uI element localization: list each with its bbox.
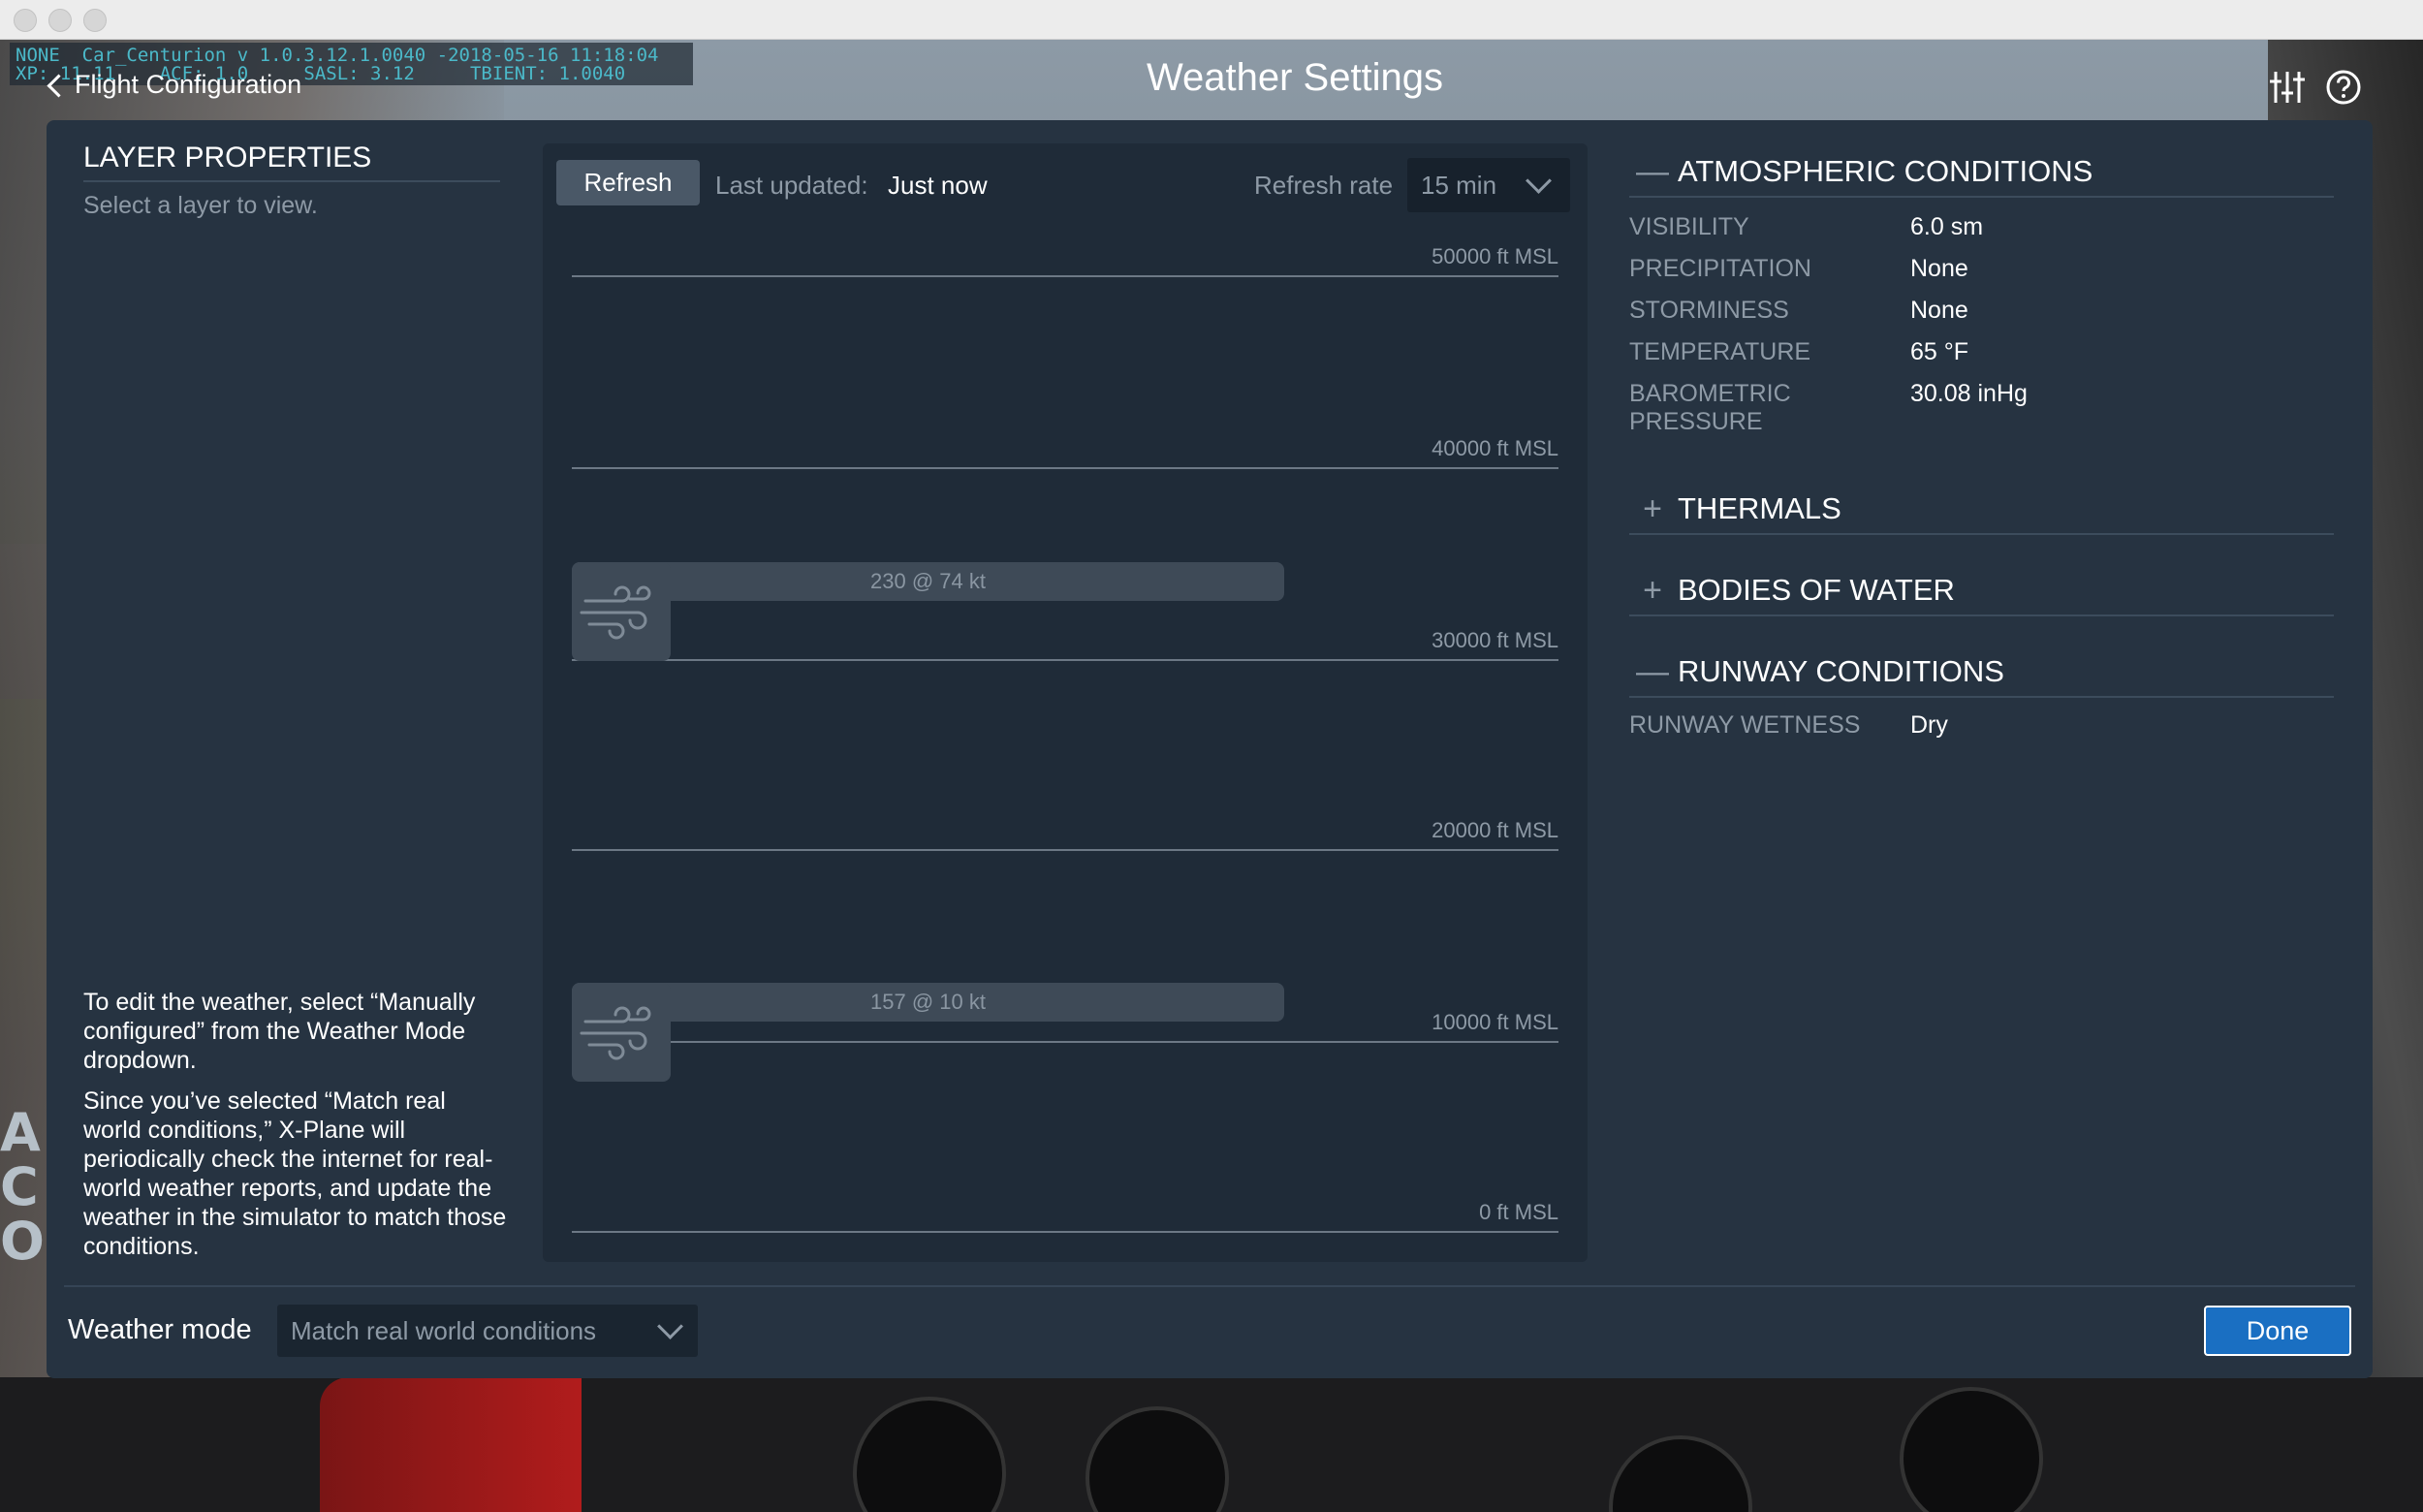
temperature-row: TEMPERATURE 65 °F (1629, 338, 2334, 366)
gauge (1900, 1387, 2043, 1512)
weather-layers-chart: Refresh Last updated: Just now Refresh r… (543, 143, 1588, 1262)
red-panel-part (320, 1377, 582, 1512)
thermals-header[interactable]: + THERMALS (1629, 485, 2334, 535)
storminess-value: None (1910, 297, 1968, 324)
last-updated-value: Just now (888, 171, 988, 200)
atmospheric-conditions-title: ATMOSPHERIC CONDITIONS (1678, 154, 2093, 188)
barometric-pressure-label: BAROMETRIC PRESSURE (1629, 380, 1791, 435)
runway-wetness-label: RUNWAY WETNESS (1629, 711, 1861, 739)
chevron-down-icon (657, 1313, 683, 1339)
minimize-window-dot[interactable] (48, 9, 72, 32)
altitude-label: 20000 ft MSL (1432, 818, 1558, 842)
refresh-button[interactable]: Refresh (556, 160, 700, 205)
help-paragraph-1: To edit the weather, select “Manually co… (83, 989, 476, 1074)
gauge (853, 1397, 1006, 1512)
zoom-window-dot[interactable] (83, 9, 107, 32)
settings-sliders-icon[interactable] (2268, 68, 2307, 107)
weather-settings-window: LAYER PROPERTIES Select a layer to view.… (47, 120, 2373, 1378)
weather-mode-label: Weather mode (68, 1314, 252, 1345)
altitude-line (572, 1231, 1558, 1233)
wind-layer-icon-tile[interactable] (572, 562, 671, 661)
storminess-label: STORMINESS (1629, 297, 1789, 324)
altitude-label: 0 ft MSL (1479, 1200, 1558, 1224)
done-button[interactable]: Done (2204, 1306, 2351, 1356)
wind-layer-bar[interactable]: 157 @ 10 kt (572, 983, 1284, 1022)
expand-icon: + (1643, 571, 1662, 609)
collapse-icon: — (1636, 652, 1669, 690)
layer-properties-subtitle: Select a layer to view. (83, 192, 318, 219)
runway-wetness-row: RUNWAY WETNESS Dry (1629, 711, 2334, 740)
barometric-pressure-value: 30.08 inHg (1910, 380, 2028, 407)
gauge (1086, 1406, 1229, 1512)
last-updated-label: Last updated: (715, 171, 868, 200)
wind-layer-bar[interactable]: 230 @ 74 kt (572, 562, 1284, 601)
altitude-label: 30000 ft MSL (1432, 628, 1558, 652)
precipitation-label: PRECIPITATION (1629, 255, 1811, 282)
window-titlebar (0, 0, 2423, 40)
conditions-panel: — ATMOSPHERIC CONDITIONS VISIBILITY 6.0 … (1629, 142, 2334, 740)
refresh-rate-select[interactable]: 15 min (1407, 158, 1570, 212)
layer-properties-title: LAYER PROPERTIES (83, 142, 500, 182)
storminess-row: STORMINESS None (1629, 297, 2334, 325)
footer-divider (64, 1285, 2355, 1287)
altitude-line (572, 849, 1558, 851)
altitude-label: 40000 ft MSL (1432, 436, 1558, 460)
temperature-label: TEMPERATURE (1629, 338, 1811, 365)
help-icon[interactable] (2324, 68, 2363, 107)
layer-properties-panel: LAYER PROPERTIES Select a layer to view. (83, 142, 500, 220)
collapse-icon: — (1636, 152, 1669, 190)
wind-icon (580, 585, 651, 640)
chevron-down-icon (1526, 168, 1552, 194)
weather-help-text: To edit the weather, select “Manually co… (83, 988, 510, 1273)
refresh-rate-value: 15 min (1421, 171, 1497, 200)
runway-conditions-title: RUNWAY CONDITIONS (1678, 654, 2004, 688)
help-paragraph-2: Since you’ve selected “Match real world … (83, 1087, 507, 1260)
precipitation-row: PRECIPITATION None (1629, 255, 2334, 283)
thermals-title: THERMALS (1678, 491, 1841, 525)
altitude-line (572, 275, 1558, 277)
temperature-value: 65 °F (1910, 338, 1969, 365)
gauge (1609, 1435, 1752, 1512)
weather-mode-value: Match real world conditions (291, 1316, 597, 1345)
visibility-row: VISIBILITY 6.0 sm (1629, 213, 2334, 241)
atmospheric-conditions-header[interactable]: — ATMOSPHERIC CONDITIONS (1629, 147, 2334, 198)
wind-layer-icon-tile[interactable] (572, 983, 671, 1082)
visibility-label: VISIBILITY (1629, 213, 1749, 240)
weather-mode-select[interactable]: Match real world conditions (277, 1305, 698, 1357)
wind-icon (580, 1006, 651, 1060)
refresh-rate-label: Refresh rate (1254, 171, 1394, 200)
precipitation-value: None (1910, 255, 1968, 282)
side-panel-letters: ACO (0, 1102, 45, 1272)
bodies-of-water-header[interactable]: + BODIES OF WATER (1629, 566, 2334, 616)
expand-icon: + (1643, 489, 1662, 527)
altitude-line (572, 1041, 1558, 1043)
visibility-value: 6.0 sm (1910, 213, 1984, 240)
barometric-pressure-row: BAROMETRIC PRESSURE 30.08 inHg (1629, 380, 2334, 436)
runway-conditions-header[interactable]: — RUNWAY CONDITIONS (1629, 647, 2334, 698)
altitude-label: 10000 ft MSL (1432, 1010, 1558, 1034)
runway-wetness-value: Dry (1910, 711, 1948, 739)
close-window-dot[interactable] (14, 9, 37, 32)
bodies-of-water-title: BODIES OF WATER (1678, 573, 1955, 607)
altitude-line (572, 467, 1558, 469)
altitude-label: 50000 ft MSL (1432, 244, 1558, 268)
page-title: Weather Settings (1146, 56, 1444, 99)
altitude-line (572, 659, 1558, 661)
